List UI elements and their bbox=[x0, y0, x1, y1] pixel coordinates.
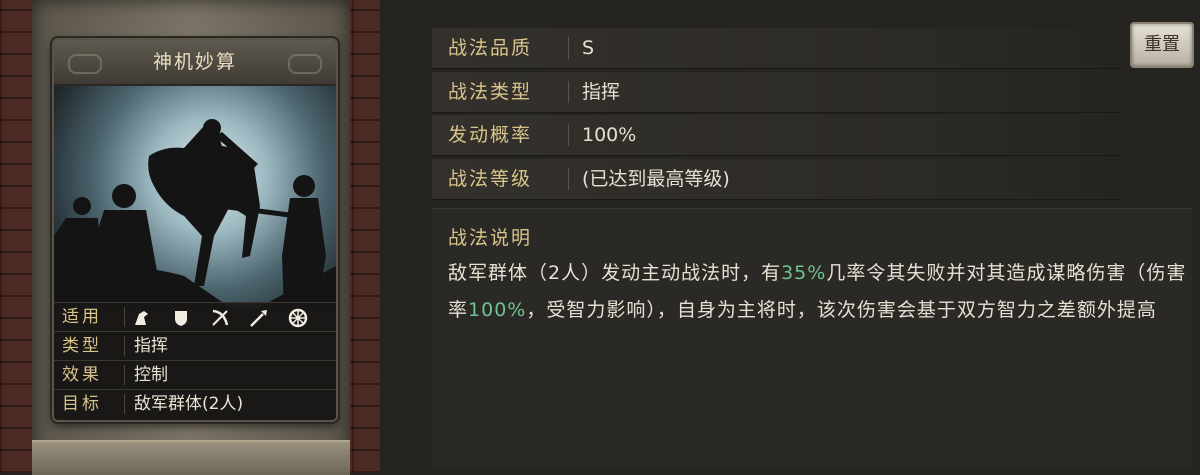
description-highlight: 35% bbox=[781, 262, 827, 284]
stat-row-trigger-rate: 发动概率 100% bbox=[432, 115, 1122, 156]
attr-label: 效果 bbox=[62, 365, 102, 385]
stat-value: 指挥 bbox=[582, 81, 621, 103]
reset-button[interactable]: 重置 bbox=[1130, 22, 1194, 68]
spear-icon bbox=[249, 308, 269, 328]
attr-row-applicable: 适用 bbox=[54, 302, 336, 331]
attr-value: 控制 bbox=[134, 365, 168, 385]
card-title: 神机妙算 bbox=[152, 51, 237, 73]
stat-row-bg bbox=[432, 28, 1122, 69]
attr-divider bbox=[124, 394, 125, 414]
attr-value: 敌军群体(2人) bbox=[134, 394, 244, 414]
tactic-card[interactable]: 神机妙算 适用 类型 指挥 效果 控制 目标 敌军群体(2人) bbox=[52, 38, 338, 422]
card-title-bar: 神机妙算 bbox=[54, 40, 336, 86]
card-attribute-table: 适用 类型 指挥 效果 控制 目标 敌军群体(2人) bbox=[54, 302, 336, 418]
description-panel: 战法说明 敌军群体（2人）发动主动战法时，有35%几率令其失败并对其造成谋略伤害… bbox=[432, 208, 1192, 469]
attr-row-target: 目标 敌军群体(2人) bbox=[54, 389, 336, 418]
description-text: 敌军群体（2人）发动主动战法时，有35%几率令其失败并对其造成谋略伤害（伤害率1… bbox=[448, 255, 1188, 329]
description-highlight: 100% bbox=[468, 299, 527, 321]
description-heading: 战法说明 bbox=[448, 227, 533, 249]
shield-icon bbox=[171, 308, 191, 328]
stat-divider bbox=[568, 81, 569, 103]
cavalry-icon bbox=[132, 308, 152, 328]
troop-type-icons bbox=[132, 307, 322, 329]
stat-label: 战法品质 bbox=[448, 37, 533, 59]
stat-row-type: 战法类型 指挥 bbox=[432, 72, 1122, 113]
attr-row-type: 类型 指挥 bbox=[54, 331, 336, 360]
stat-row-quality: 战法品质 S bbox=[432, 28, 1122, 69]
stat-row-bg bbox=[432, 115, 1122, 156]
stat-row-bg bbox=[432, 72, 1122, 113]
description-segment: ，受智力影响），自身为主将时，该次伤害会基于双方智力之差额外提高 bbox=[526, 299, 1157, 321]
stat-value: 100% bbox=[582, 124, 637, 146]
bow-icon bbox=[210, 308, 230, 328]
card-artwork bbox=[54, 86, 336, 310]
stat-divider bbox=[568, 168, 569, 190]
stat-row-bg bbox=[432, 159, 1122, 200]
stat-divider bbox=[568, 37, 569, 59]
stat-row-level: 战法等级 (已达到最高等级) bbox=[432, 159, 1122, 200]
attr-label: 类型 bbox=[62, 336, 102, 356]
stat-label: 战法等级 bbox=[448, 168, 533, 190]
attr-divider bbox=[124, 336, 125, 356]
attr-label: 目标 bbox=[62, 394, 102, 414]
siege-icon bbox=[288, 308, 308, 328]
attr-value: 指挥 bbox=[134, 336, 168, 356]
stat-value: (已达到最高等级) bbox=[582, 168, 730, 190]
attr-divider bbox=[124, 307, 125, 327]
scroll-roller bbox=[32, 440, 350, 475]
stat-label: 发动概率 bbox=[448, 124, 533, 146]
stat-value: S bbox=[582, 37, 595, 59]
attr-divider bbox=[124, 365, 125, 385]
stat-label: 战法类型 bbox=[448, 81, 533, 103]
attr-label: 适用 bbox=[62, 307, 102, 327]
stat-divider bbox=[568, 124, 569, 146]
description-segment: 敌军群体（2人）发动主动战法时，有 bbox=[448, 262, 782, 284]
attr-row-effect: 效果 控制 bbox=[54, 360, 336, 389]
